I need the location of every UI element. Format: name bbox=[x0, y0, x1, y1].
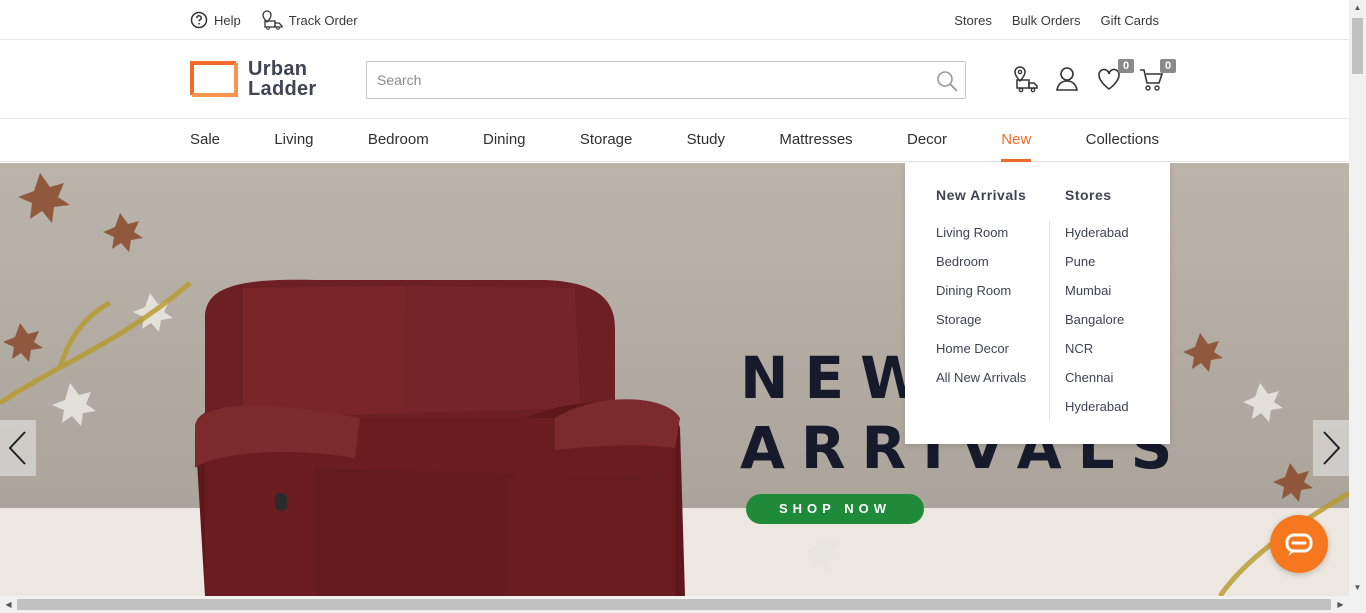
scroll-right-arrow-icon[interactable]: ▶ bbox=[1332, 596, 1349, 613]
chevron-right-icon bbox=[1323, 431, 1341, 465]
menu-link-all-new-arrivals[interactable]: All New Arrivals bbox=[936, 370, 1026, 399]
new-arrivals-column: New Arrivals Living Room Bedroom Dining … bbox=[936, 187, 1026, 399]
menu-link-dining-room[interactable]: Dining Room bbox=[936, 283, 1026, 312]
recliner-sofa-image bbox=[195, 279, 685, 596]
new-mega-menu: New Arrivals Living Room Bedroom Dining … bbox=[905, 163, 1170, 444]
nav-item-living[interactable]: Living bbox=[274, 120, 313, 162]
logo-line-1: Urban bbox=[248, 58, 308, 80]
logo-mark-icon bbox=[190, 61, 238, 97]
search-icon[interactable] bbox=[935, 69, 959, 93]
menu-link-store-pune[interactable]: Pune bbox=[1065, 254, 1129, 283]
nav-item-storage[interactable]: Storage bbox=[580, 120, 633, 162]
track-order-link[interactable]: Track Order bbox=[261, 10, 358, 30]
nav-item-decor[interactable]: Decor bbox=[907, 120, 947, 162]
chat-bubble-icon bbox=[1285, 533, 1313, 556]
chat-widget-button[interactable] bbox=[1270, 515, 1328, 573]
stores-heading[interactable]: Stores bbox=[1065, 187, 1129, 203]
gift-cards-link[interactable]: Gift Cards bbox=[1100, 13, 1159, 28]
nav-item-collections[interactable]: Collections bbox=[1086, 120, 1159, 162]
menu-link-store-bangalore[interactable]: Bangalore bbox=[1065, 312, 1129, 341]
horizontal-scroll-thumb[interactable] bbox=[17, 599, 1331, 610]
help-link[interactable]: Help bbox=[190, 11, 241, 29]
search-bar bbox=[366, 61, 966, 99]
shop-now-button[interactable]: SHOP NOW bbox=[746, 494, 924, 524]
cart-count-badge: 0 bbox=[1160, 59, 1176, 73]
menu-link-living-room[interactable]: Living Room bbox=[936, 225, 1026, 254]
nav-item-sale[interactable]: Sale bbox=[190, 120, 220, 162]
category-nav-list: Sale Living Bedroom Dining Storage Study… bbox=[190, 120, 1159, 162]
help-label: Help bbox=[214, 12, 241, 28]
scroll-left-arrow-icon[interactable]: ◀ bbox=[0, 596, 17, 613]
user-icon bbox=[1056, 67, 1078, 91]
logo-line-2: Ladder bbox=[248, 78, 317, 100]
nav-item-new[interactable]: New bbox=[1001, 120, 1032, 162]
store-locator-icon bbox=[1014, 66, 1038, 93]
nav-item-study[interactable]: Study bbox=[687, 120, 725, 162]
horizontal-scrollbar[interactable]: ◀ ▶ bbox=[0, 596, 1366, 613]
logo-wordmark: Urban Ladder bbox=[248, 59, 316, 99]
store-locator-button[interactable] bbox=[1012, 65, 1038, 93]
menu-link-storage[interactable]: Storage bbox=[936, 312, 1026, 341]
new-arrivals-heading[interactable]: New Arrivals bbox=[936, 187, 1026, 203]
cart-button[interactable]: 0 bbox=[1138, 59, 1176, 93]
menu-link-home-decor[interactable]: Home Decor bbox=[936, 341, 1026, 370]
topbar-left: Help Track Order bbox=[190, 0, 358, 40]
menu-link-bedroom[interactable]: Bedroom bbox=[936, 254, 1026, 283]
carousel-next-button[interactable] bbox=[1313, 420, 1349, 476]
menu-link-store-ncr[interactable]: NCR bbox=[1065, 341, 1129, 370]
urban-ladder-logo[interactable]: Urban Ladder bbox=[190, 58, 325, 100]
top-utility-bar: Help Track Order Stores Bulk Orders Gift… bbox=[0, 0, 1349, 40]
vertical-scrollbar[interactable]: ▲ ▼ bbox=[1349, 0, 1366, 596]
wishlist-count-badge: 0 bbox=[1118, 59, 1134, 73]
vertical-scroll-thumb[interactable] bbox=[1352, 18, 1363, 74]
main-header: Urban Ladder 0 0 bbox=[0, 41, 1349, 119]
topbar-right: Stores Bulk Orders Gift Cards bbox=[954, 0, 1159, 40]
nav-item-mattresses[interactable]: Mattresses bbox=[779, 120, 852, 162]
scroll-down-arrow-icon[interactable]: ▼ bbox=[1349, 580, 1366, 596]
menu-link-store-mumbai[interactable]: Mumbai bbox=[1065, 283, 1129, 312]
help-icon bbox=[190, 11, 208, 29]
header-icons: 0 0 bbox=[1012, 59, 1176, 93]
carousel-prev-button[interactable] bbox=[0, 420, 36, 476]
nav-item-bedroom[interactable]: Bedroom bbox=[368, 120, 429, 162]
chevron-left-icon bbox=[8, 431, 26, 465]
menu-link-store-hyderabad-2[interactable]: Hyderabad bbox=[1065, 399, 1129, 428]
bulk-orders-link[interactable]: Bulk Orders bbox=[1012, 13, 1081, 28]
search-input[interactable] bbox=[367, 62, 907, 98]
account-button[interactable] bbox=[1054, 65, 1080, 93]
wishlist-button[interactable]: 0 bbox=[1096, 59, 1134, 93]
track-order-label: Track Order bbox=[288, 12, 358, 28]
menu-column-divider bbox=[1049, 221, 1050, 421]
track-order-icon bbox=[262, 10, 283, 30]
category-nav: Sale Living Bedroom Dining Storage Study… bbox=[0, 120, 1349, 162]
stores-column: Stores Hyderabad Pune Mumbai Bangalore N… bbox=[1065, 187, 1129, 428]
menu-link-store-chennai[interactable]: Chennai bbox=[1065, 370, 1129, 399]
nav-item-dining[interactable]: Dining bbox=[483, 120, 526, 162]
scroll-up-arrow-icon[interactable]: ▲ bbox=[1349, 0, 1366, 16]
menu-link-store-hyderabad[interactable]: Hyderabad bbox=[1065, 225, 1129, 254]
stores-link[interactable]: Stores bbox=[954, 13, 992, 28]
